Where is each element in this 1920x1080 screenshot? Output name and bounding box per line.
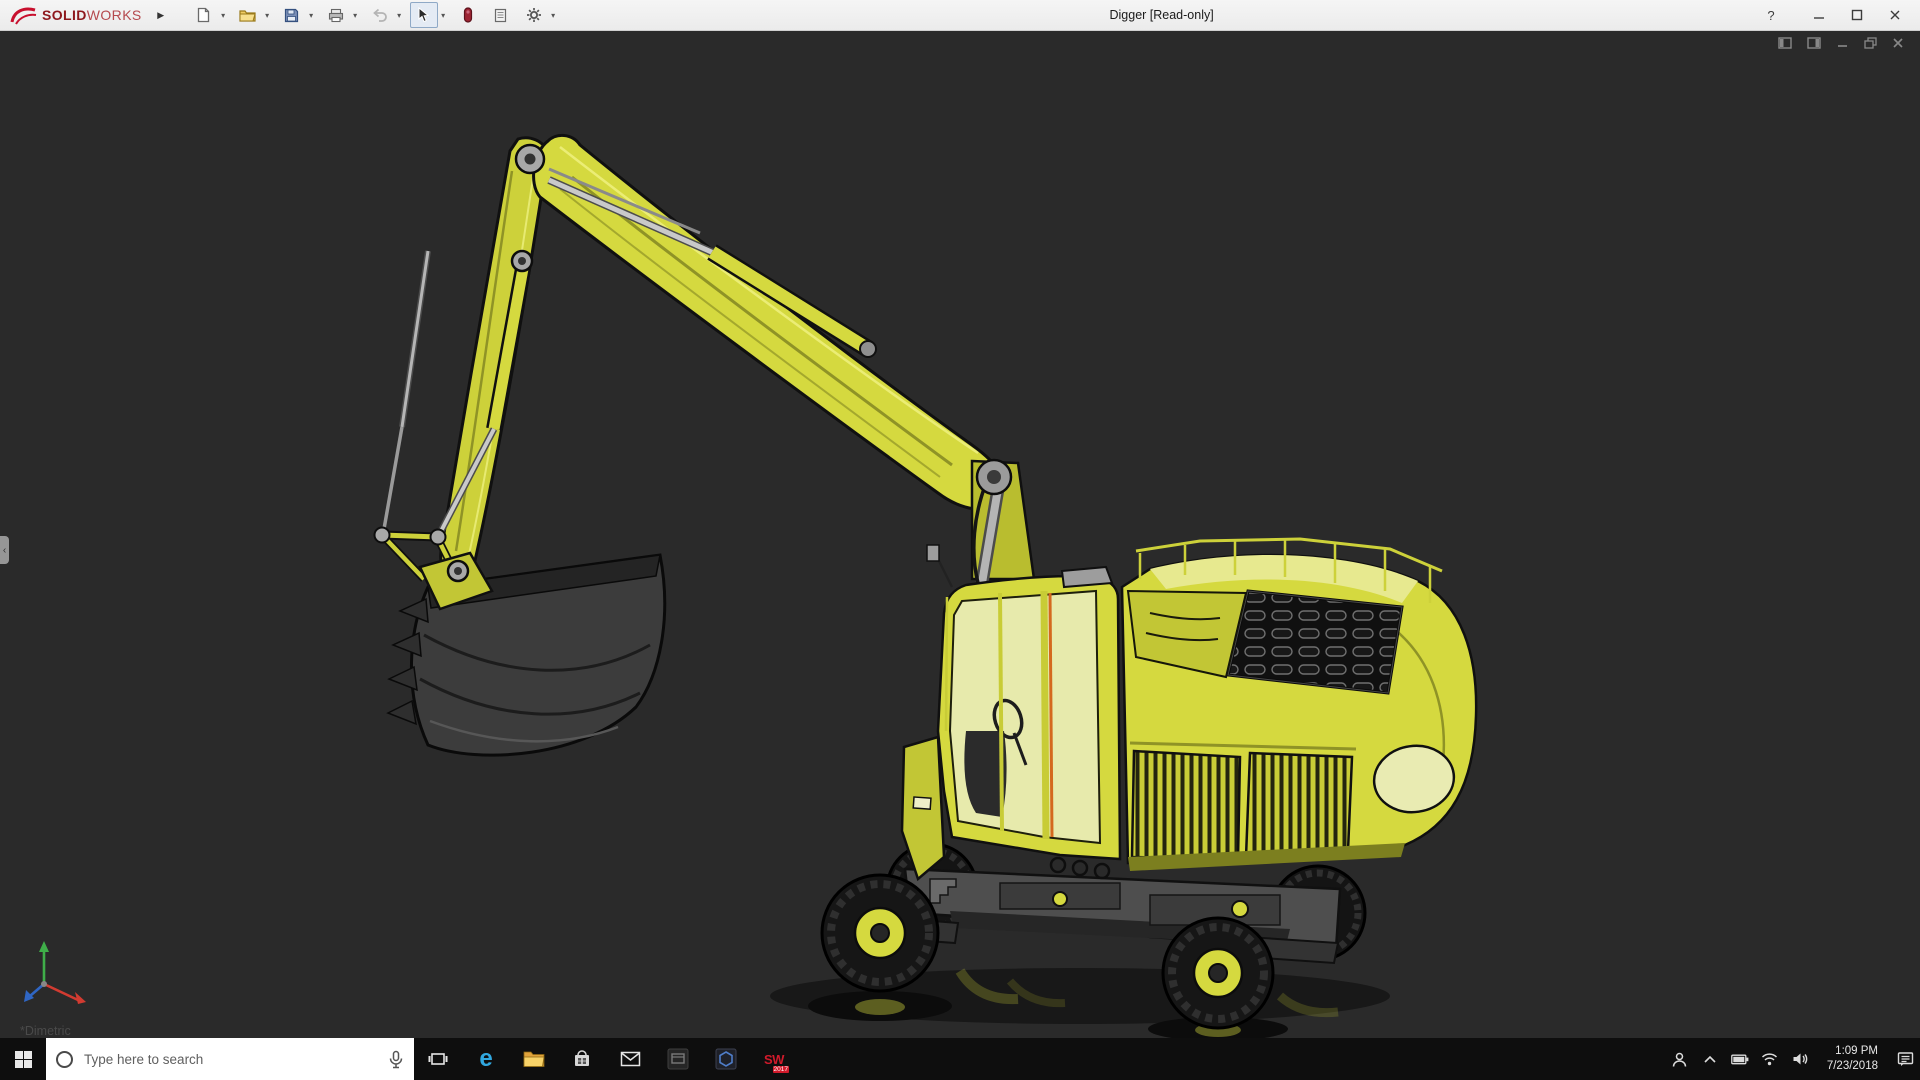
taskbar-app-file-explorer[interactable] bbox=[510, 1038, 558, 1080]
taskbar-app-edge[interactable]: e bbox=[462, 1038, 510, 1080]
taskbar-search[interactable] bbox=[46, 1038, 414, 1080]
windows-logo-icon bbox=[14, 1050, 32, 1068]
cab bbox=[900, 544, 1122, 882]
select-dropdown-caret[interactable]: ▾ bbox=[438, 11, 449, 20]
feature-manager-flyout-tab[interactable]: ‹ bbox=[0, 536, 9, 564]
mail-icon bbox=[620, 1051, 640, 1067]
file-properties-icon bbox=[495, 8, 507, 22]
store-bag-icon bbox=[575, 1050, 589, 1066]
action-center-icon[interactable] bbox=[1896, 1050, 1914, 1068]
boom-assembly bbox=[373, 134, 1036, 757]
open-dropdown-caret[interactable]: ▾ bbox=[262, 11, 273, 20]
hidden-icons-chevron[interactable] bbox=[1701, 1050, 1719, 1068]
task-view-icon bbox=[428, 1053, 448, 1065]
taskbar-app-solidworks-2017[interactable]: SW 2017 bbox=[750, 1038, 798, 1080]
options-button[interactable] bbox=[520, 2, 548, 28]
new-document-icon bbox=[198, 7, 210, 23]
orientation-triad bbox=[24, 941, 86, 1004]
system-tray: 1:09 PM 7/23/2018 bbox=[1671, 1038, 1920, 1080]
volume-icon[interactable] bbox=[1791, 1050, 1809, 1068]
taskbar-app-dark-2[interactable] bbox=[702, 1038, 750, 1080]
brand-light: WORKS bbox=[86, 7, 142, 23]
undo-button[interactable] bbox=[366, 2, 394, 28]
save-button[interactable] bbox=[278, 2, 306, 28]
start-button[interactable] bbox=[0, 1038, 46, 1080]
taskbar-app-mail[interactable] bbox=[606, 1038, 654, 1080]
clock-time: 1:09 PM bbox=[1835, 1045, 1878, 1058]
open-button[interactable] bbox=[234, 2, 262, 28]
new-document-button[interactable] bbox=[190, 2, 218, 28]
doc-restore-button[interactable] bbox=[1864, 37, 1877, 49]
task-view-button[interactable] bbox=[414, 1038, 462, 1080]
microphone-icon[interactable] bbox=[388, 1050, 404, 1069]
gear-icon bbox=[526, 8, 541, 22]
people-icon[interactable] bbox=[1671, 1050, 1689, 1068]
file-properties-button[interactable] bbox=[487, 2, 515, 28]
graphics-viewport[interactable]: ‹ *Dimetric bbox=[0, 31, 1920, 1038]
options-dropdown-caret[interactable]: ▾ bbox=[548, 11, 559, 20]
help-button[interactable]: ? bbox=[1756, 3, 1786, 27]
select-cursor-icon bbox=[418, 7, 430, 23]
clock-date: 7/23/2018 bbox=[1826, 1060, 1878, 1072]
new-dropdown-caret[interactable]: ▾ bbox=[218, 11, 229, 20]
doc-window-icon-b[interactable] bbox=[1807, 37, 1821, 49]
dark-app-icon-1 bbox=[667, 1048, 689, 1070]
window-title: Digger [Read-only] bbox=[1109, 8, 1214, 22]
solidworks-window: SOLIDWORKS ▶ ▾ ▾ ▾ ▾ ▾ ▾ ▾ Digger [Read-… bbox=[0, 0, 1920, 1080]
solidworks-logo-icon bbox=[10, 7, 37, 25]
rebuild-button[interactable] bbox=[454, 2, 482, 28]
doc-close-button[interactable] bbox=[1892, 37, 1904, 49]
close-button[interactable] bbox=[1880, 3, 1910, 27]
print-dropdown-caret[interactable]: ▾ bbox=[350, 11, 361, 20]
taskbar-app-store[interactable] bbox=[558, 1038, 606, 1080]
excavator-model bbox=[373, 134, 1478, 1038]
doc-minimize-button[interactable] bbox=[1836, 37, 1849, 49]
battery-icon[interactable] bbox=[1730, 1050, 1749, 1068]
open-folder-icon bbox=[239, 10, 256, 22]
brand-text: SOLIDWORKS bbox=[42, 7, 142, 23]
doc-window-icon-a[interactable] bbox=[1778, 37, 1792, 49]
taskbar-clock[interactable]: 1:09 PM 7/23/2018 bbox=[1821, 1044, 1884, 1074]
rebuild-icon bbox=[463, 7, 472, 23]
titlebar: SOLIDWORKS ▶ ▾ ▾ ▾ ▾ ▾ ▾ ▾ Digger [Read-… bbox=[0, 0, 1920, 31]
maximize-button[interactable] bbox=[1842, 3, 1872, 27]
document-window-controls bbox=[1778, 37, 1904, 49]
window-controls: ? bbox=[1756, 3, 1920, 27]
undo-icon bbox=[372, 8, 387, 22]
file-explorer-icon bbox=[523, 1051, 545, 1067]
quick-toolbar: ▾ ▾ ▾ ▾ ▾ ▾ ▾ bbox=[190, 2, 563, 28]
minimize-button[interactable] bbox=[1804, 3, 1834, 27]
undo-dropdown-caret[interactable]: ▾ bbox=[394, 11, 405, 20]
solidworks-2017-icon: SW 2017 bbox=[764, 1051, 789, 1073]
cortana-icon bbox=[56, 1050, 73, 1068]
solidworks-logo: SOLIDWORKS bbox=[0, 5, 142, 25]
print-icon bbox=[328, 8, 343, 22]
network-icon[interactable] bbox=[1761, 1050, 1779, 1068]
save-dropdown-caret[interactable]: ▾ bbox=[306, 11, 317, 20]
dark-app-icon-2 bbox=[715, 1048, 737, 1070]
windows-taskbar: e bbox=[0, 1038, 1920, 1080]
edge-icon: e bbox=[479, 1045, 493, 1072]
taskbar-app-dark-1[interactable] bbox=[654, 1038, 702, 1080]
save-icon bbox=[285, 8, 299, 22]
select-button[interactable] bbox=[409, 2, 438, 28]
print-button[interactable] bbox=[322, 2, 350, 28]
view-orientation-label: *Dimetric bbox=[20, 1024, 71, 1038]
search-input[interactable] bbox=[82, 1050, 379, 1068]
menu-flyout-arrow[interactable]: ▶ bbox=[154, 10, 168, 21]
brand-bold: SOLID bbox=[42, 7, 87, 23]
